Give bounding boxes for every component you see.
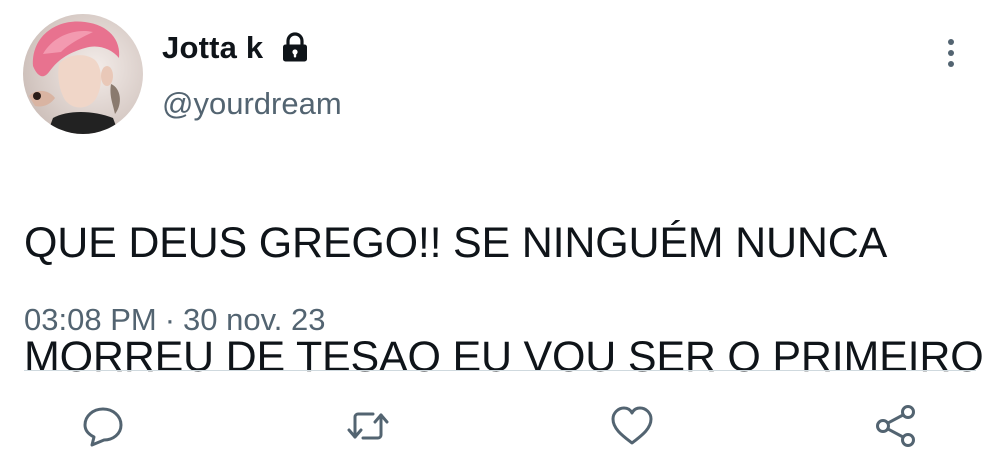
reply-icon <box>83 407 123 447</box>
more-vertical-icon <box>948 39 954 67</box>
divider <box>24 370 976 371</box>
author-name-row: Jotta k <box>162 28 313 68</box>
more-options-button[interactable] <box>934 33 968 73</box>
tweet-text-line: QUE DEUS GREGO!! SE NINGUÉM NUNCA <box>24 219 888 267</box>
like-button[interactable] <box>606 400 658 452</box>
avatar[interactable] <box>23 14 143 134</box>
user-handle[interactable]: @yourdream <box>162 86 342 122</box>
tweet-text: QUE DEUS GREGO!! SE NINGUÉM NUNCA MORREU… <box>24 158 994 443</box>
retweet-icon <box>347 412 389 440</box>
tweet-card: Jotta k @yourdream QUE DEUS GREGO!! SE N… <box>0 0 1000 471</box>
reply-button[interactable] <box>77 400 129 452</box>
retweet-button[interactable] <box>342 400 394 452</box>
tweet-time[interactable]: 03:08 PM <box>24 302 157 338</box>
avatar-image <box>29 21 120 134</box>
meta-separator: · <box>164 302 176 337</box>
display-name[interactable]: Jotta k <box>162 30 263 66</box>
lock-icon <box>277 30 313 66</box>
tweet-timestamp: 03:08 PM · 30 nov. 23 <box>24 302 326 338</box>
share-icon <box>876 405 915 447</box>
share-button[interactable] <box>870 400 922 452</box>
heart-icon <box>611 406 653 445</box>
tweet-date[interactable]: 30 nov. 23 <box>183 302 325 338</box>
